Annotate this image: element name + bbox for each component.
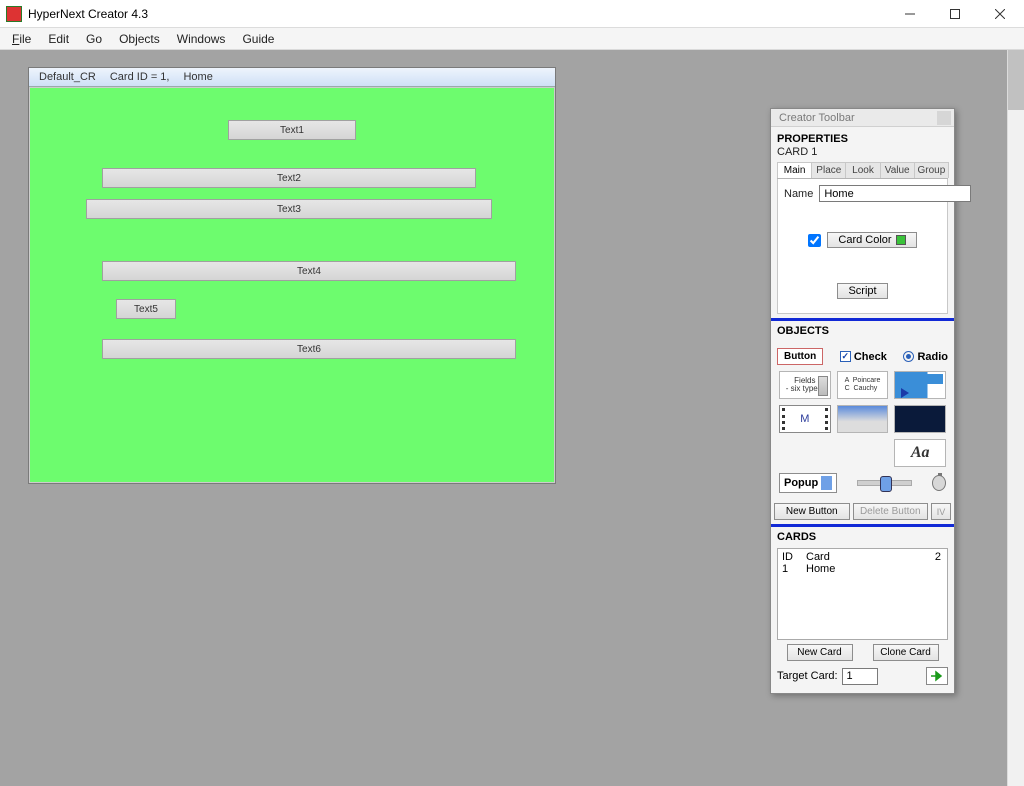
cards-heading: CARDS bbox=[777, 527, 948, 544]
menu-windows[interactable]: Windows bbox=[169, 30, 234, 48]
name-label: Name bbox=[784, 188, 813, 200]
card-color-button[interactable]: Card Color bbox=[827, 232, 916, 248]
delete-button-button: Delete Button bbox=[853, 503, 929, 520]
menubar: File Edit Go Objects Windows Guide bbox=[0, 28, 1024, 50]
goto-card-button[interactable] bbox=[926, 667, 948, 685]
object-text[interactable]: Aa bbox=[894, 439, 946, 467]
canvas-button-text2[interactable]: Text2 bbox=[102, 168, 476, 188]
target-card-label: Target Card: bbox=[777, 670, 838, 682]
object-picture[interactable] bbox=[837, 405, 889, 433]
app-icon bbox=[6, 6, 22, 22]
menu-objects[interactable]: Objects bbox=[111, 30, 168, 48]
canvas-button-text5[interactable]: Text5 bbox=[116, 299, 176, 319]
scrollbar-thumb[interactable] bbox=[1008, 50, 1024, 110]
workspace: Default_CR Card ID = 1, Home Text1 Text2… bbox=[0, 50, 1024, 786]
vertical-scrollbar[interactable] bbox=[1007, 50, 1024, 786]
toolbar-title: Creator Toolbar bbox=[779, 112, 855, 124]
object-popup[interactable]: Popup bbox=[779, 473, 837, 493]
iv-button[interactable]: IV bbox=[931, 503, 951, 520]
clone-card-button[interactable]: Clone Card bbox=[873, 644, 939, 661]
object-progress[interactable] bbox=[894, 371, 946, 399]
tab-look[interactable]: Look bbox=[845, 162, 880, 178]
name-input[interactable] bbox=[819, 185, 971, 202]
card-color-checkbox[interactable] bbox=[808, 234, 821, 247]
new-card-button[interactable]: New Card bbox=[787, 644, 853, 661]
new-button-button[interactable]: New Button bbox=[774, 503, 850, 520]
target-card-input[interactable] bbox=[842, 668, 878, 685]
canvas-button-text3[interactable]: Text3 bbox=[86, 199, 492, 219]
objects-heading: OBJECTS bbox=[777, 321, 948, 338]
cards-count: 2 bbox=[935, 551, 941, 563]
card-designer-window[interactable]: Default_CR Card ID = 1, Home Text1 Text2… bbox=[28, 67, 556, 484]
menu-go[interactable]: Go bbox=[78, 30, 110, 48]
tab-place[interactable]: Place bbox=[811, 162, 846, 178]
object-check[interactable]: Check bbox=[840, 351, 887, 363]
card-label: CARD 1 bbox=[777, 146, 948, 160]
script-button[interactable]: Script bbox=[837, 283, 887, 299]
object-movie[interactable] bbox=[779, 405, 831, 433]
window-title: HyperNext Creator 4.3 bbox=[28, 7, 148, 21]
card-name: Home bbox=[183, 71, 212, 83]
updown-icon bbox=[821, 476, 832, 490]
minimize-button[interactable] bbox=[887, 1, 932, 27]
canvas-button-text4[interactable]: Text4 bbox=[102, 261, 516, 281]
menu-file[interactable]: File bbox=[4, 30, 39, 48]
canvas-button-text1[interactable]: Text1 bbox=[228, 120, 356, 140]
card-color-swatch bbox=[896, 235, 906, 245]
object-button[interactable]: Button bbox=[777, 348, 823, 365]
object-timer[interactable] bbox=[932, 475, 946, 491]
project-name: Default_CR bbox=[39, 71, 96, 83]
object-radio[interactable]: Radio bbox=[903, 351, 948, 363]
maximize-button[interactable] bbox=[932, 1, 977, 27]
creator-toolbar[interactable]: Creator Toolbar PROPERTIES CARD 1 Main P… bbox=[770, 108, 955, 694]
menu-guide[interactable]: Guide bbox=[234, 30, 282, 48]
tab-main[interactable]: Main bbox=[777, 162, 812, 178]
col-id: ID bbox=[782, 551, 806, 563]
col-card: Card bbox=[806, 551, 830, 563]
card-canvas[interactable]: Text1 Text2 Text3 Text4 Text5 Text6 bbox=[29, 87, 555, 483]
object-listbox[interactable]: A Poincare C Cauchy bbox=[837, 371, 889, 399]
cards-list[interactable]: ID Card 1 Home 2 bbox=[777, 548, 948, 640]
canvas-button-text6[interactable]: Text6 bbox=[102, 339, 516, 359]
card-id: Card ID = 1, bbox=[110, 71, 170, 83]
tab-value[interactable]: Value bbox=[880, 162, 915, 178]
close-button[interactable] bbox=[977, 1, 1022, 27]
radio-icon bbox=[903, 351, 914, 362]
properties-tabs: Main Place Look Value Group bbox=[777, 162, 948, 179]
object-canvas[interactable] bbox=[894, 405, 946, 433]
object-fields[interactable]: Fields - six types. bbox=[779, 371, 831, 399]
card-window-title[interactable]: Default_CR Card ID = 1, Home bbox=[29, 68, 555, 87]
card-row[interactable]: 1 Home bbox=[782, 563, 943, 575]
object-slider[interactable] bbox=[857, 480, 912, 486]
card-color-label: Card Color bbox=[838, 234, 891, 246]
menu-edit[interactable]: Edit bbox=[40, 30, 77, 48]
titlebar: HyperNext Creator 4.3 bbox=[0, 0, 1024, 28]
checkbox-icon bbox=[840, 351, 851, 362]
toolbar-close-icon[interactable] bbox=[937, 111, 951, 125]
properties-heading: PROPERTIES bbox=[777, 129, 948, 146]
tab-group[interactable]: Group bbox=[914, 162, 949, 178]
